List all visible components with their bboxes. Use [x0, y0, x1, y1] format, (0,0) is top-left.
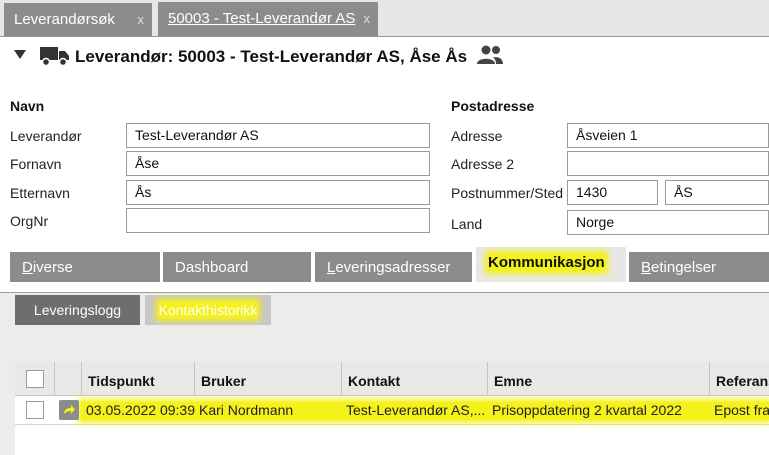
tab-leverandorsok[interactable]: Leverandørsøk x — [4, 3, 152, 36]
section-title-postadresse: Postadresse — [451, 98, 535, 114]
table-header: Tidspunkt Bruker Kontakt Emne Referanse — [15, 362, 769, 396]
cell-bruker: Kari Nordmann — [199, 402, 294, 418]
label-leverandor: Leverandør — [10, 128, 82, 144]
section-title-navn: Navn — [10, 98, 45, 114]
column-bruker[interactable]: Bruker — [195, 362, 342, 395]
leverandor-field[interactable]: Test-Leverandør AS — [126, 123, 430, 148]
column-emne[interactable]: Emne — [488, 362, 710, 395]
select-all-cell — [15, 362, 55, 395]
column-tidspunkt[interactable]: Tidspunkt — [82, 362, 195, 395]
kontakthistorikk-button[interactable]: Kontakthistorikk — [145, 295, 271, 325]
label-etternavn: Etternavn — [10, 185, 70, 201]
tab-supplier-50003[interactable]: 50003 - Test-Leverandør AS x — [158, 2, 378, 36]
cell-referanse: Epost fra — [714, 402, 769, 418]
row-checkbox[interactable] — [26, 401, 44, 419]
land-field[interactable]: Norge — [567, 210, 769, 235]
close-icon[interactable]: x — [364, 2, 371, 35]
cell-emne: Prisoppdatering 2 kvartal 2022 — [492, 402, 682, 418]
label-adresse: Adresse — [451, 128, 503, 144]
label-adresse-2: Adresse 2 — [451, 156, 515, 172]
column-referanse[interactable]: Referanse — [710, 362, 769, 395]
label-land: Land — [451, 216, 483, 232]
label-orgnr: OrgNr — [10, 213, 49, 229]
people-icon[interactable] — [476, 44, 504, 66]
collapse-caret-icon[interactable] — [14, 50, 26, 59]
tab-label: 50003 - Test-Leverandør AS — [168, 10, 356, 27]
cell-tidspunkt: 03.05.2022 09:39 — [86, 402, 195, 418]
etternavn-field[interactable]: Ås — [126, 180, 430, 205]
close-icon[interactable]: x — [138, 3, 145, 36]
tab-leveringsadresser[interactable]: Leveringsadresser — [315, 252, 472, 282]
contact-history-table: Tidspunkt Bruker Kontakt Emne Referanse … — [15, 362, 769, 455]
orgnr-field[interactable] — [126, 208, 430, 233]
leveringslogg-button[interactable]: Leveringslogg — [15, 295, 140, 325]
page-title: Leverandør: 50003 - Test-Leverandør AS, … — [75, 47, 468, 66]
fornavn-field[interactable]: Åse — [126, 151, 430, 176]
tab-kommunikasjon[interactable]: Kommunikasjon — [476, 247, 626, 282]
tab-dashboard[interactable]: Dashboard — [163, 252, 311, 282]
icon-column-header — [55, 362, 82, 395]
adresse-field[interactable]: Åsveien 1 — [567, 123, 769, 148]
tab-betingelser[interactable]: Betingelser — [629, 252, 769, 282]
tab-label: Leverandørsøk — [14, 11, 115, 28]
column-kontakt[interactable]: Kontakt — [342, 362, 488, 395]
tab-diverse[interactable]: Diverse — [10, 252, 160, 282]
sted-field[interactable]: ÅS — [665, 180, 769, 205]
truck-icon — [40, 47, 69, 67]
cell-kontakt: Test-Leverandør AS,... — [346, 402, 486, 418]
postnummer-field[interactable]: 1430 — [567, 180, 658, 205]
label-postnummer-sted: Postnummer/Sted — [451, 185, 564, 201]
select-all-checkbox[interactable] — [26, 370, 44, 388]
adresse-2-field[interactable] — [567, 151, 769, 176]
table-row[interactable]: 03.05.2022 09:39 Kari Nordmann Test-Leve… — [15, 396, 769, 425]
row-action-icon[interactable] — [59, 400, 79, 420]
label-fornavn: Fornavn — [10, 156, 62, 172]
